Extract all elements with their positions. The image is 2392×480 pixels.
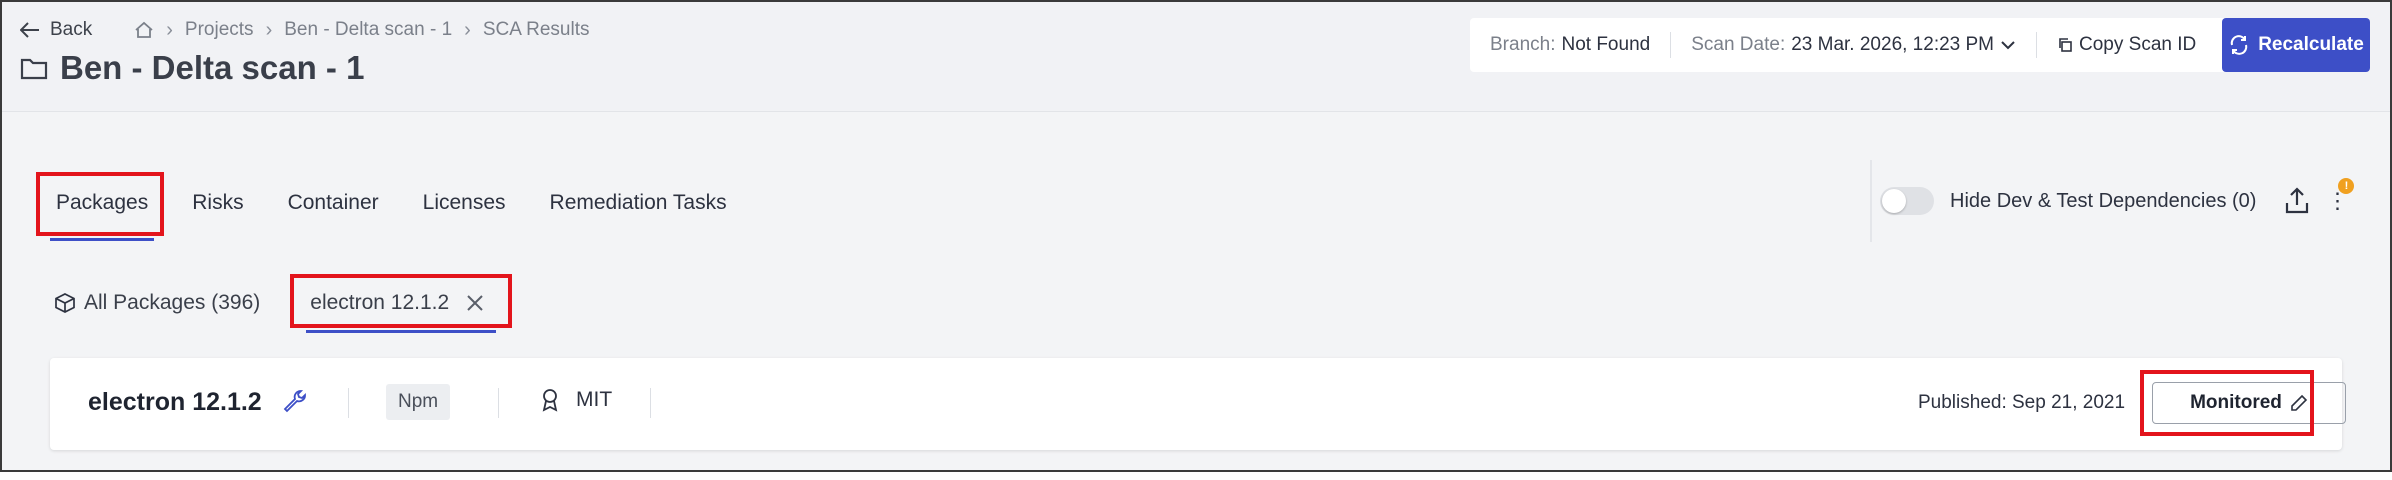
- recalculate-label: Recalculate: [2258, 34, 2364, 55]
- chevron-right-icon: ›: [265, 18, 273, 41]
- all-packages-tab[interactable]: All Packages (396): [54, 280, 278, 326]
- branch-label: Branch:: [1490, 34, 1556, 55]
- folder-icon: [20, 58, 48, 80]
- tab-container-label: Container: [287, 191, 379, 214]
- breadcrumb-item-project[interactable]: Ben - Delta scan - 1: [284, 19, 452, 41]
- scan-date-value: 23 Mar. 2026, 12:23 PM: [1791, 34, 1995, 55]
- copy-icon: [2059, 38, 2072, 52]
- published-date: Published: Sep 21, 2021: [1918, 392, 2126, 413]
- breadcrumb-item-current: SCA Results: [482, 19, 590, 40]
- card-divider: [498, 388, 499, 418]
- tab-remediation-tasks-label: Remediation Tasks: [549, 191, 727, 214]
- arrow-left-icon: [20, 22, 39, 38]
- chevron-right-icon: ›: [464, 18, 471, 41]
- package-row[interactable]: electron 12.1.2 Npm MIT Published: Sep 2…: [50, 358, 2346, 450]
- tab-container[interactable]: Container: [266, 170, 401, 236]
- notification-badge: !: [2338, 178, 2355, 194]
- wrench-icon[interactable]: [282, 388, 308, 414]
- scan-toolbar: Branch: Not Found Scan Date: 23 Mar. 202…: [1470, 18, 2370, 72]
- tab-licenses-label: Licenses: [422, 191, 506, 214]
- home-icon[interactable]: [134, 21, 154, 39]
- results-controls: Hide Dev & Test Dependencies (0) ⋮ !: [1870, 160, 2370, 242]
- branch-info: Branch: Not Found: [1470, 18, 1670, 72]
- branch-value: Not Found: [1561, 34, 1651, 55]
- recalculate-button[interactable]: Recalculate: [2222, 18, 2370, 72]
- license-info: MIT: [540, 388, 612, 412]
- card-divider: [650, 388, 651, 418]
- highlight-box-monitored: [2140, 370, 2314, 436]
- copy-scan-id-label: Copy Scan ID: [2079, 34, 2197, 55]
- breadcrumb: Back › Projects › Ben - Delta scan - 1 ›…: [20, 18, 589, 42]
- highlight-box-package-filter: [290, 274, 512, 328]
- tab-licenses[interactable]: Licenses: [401, 170, 528, 236]
- highlight-box-packages-tab: [36, 172, 164, 236]
- breadcrumb-item-projects[interactable]: Projects: [185, 19, 254, 41]
- active-subtab-indicator: [306, 330, 496, 333]
- scan-date-dropdown[interactable]: Scan Date: 23 Mar. 2026, 12:23 PM: [1671, 18, 2036, 72]
- license-name: MIT: [576, 388, 613, 411]
- more-options-button[interactable]: ⋮ !: [2326, 178, 2355, 214]
- package-icon: [55, 293, 75, 313]
- all-packages-label: All Packages (396): [84, 291, 261, 314]
- hide-dev-toggle[interactable]: [1880, 187, 1934, 215]
- back-label: Back: [50, 19, 93, 40]
- active-tab-indicator: [50, 238, 154, 241]
- page-header: Back › Projects › Ben - Delta scan - 1 ›…: [2, 2, 2390, 112]
- app-window: Back › Projects › Ben - Delta scan - 1 ›…: [0, 0, 2392, 472]
- chevron-down-icon: [2001, 41, 2015, 50]
- scan-date-label: Scan Date:: [1691, 34, 1786, 55]
- copy-scan-id-button[interactable]: Copy Scan ID: [2037, 18, 2216, 72]
- tab-risks[interactable]: Risks: [170, 170, 265, 236]
- back-link[interactable]: Back: [20, 19, 92, 41]
- card-divider: [348, 388, 349, 418]
- chevron-right-icon: ›: [166, 18, 173, 41]
- package-name: electron 12.1.2: [88, 388, 262, 416]
- hide-dev-label: Hide Dev & Test Dependencies (0): [1950, 189, 2257, 212]
- ecosystem-badge: Npm: [386, 384, 451, 420]
- export-icon[interactable]: [2284, 187, 2310, 215]
- page-title: Ben - Delta scan - 1: [20, 48, 364, 88]
- refresh-icon: [2230, 35, 2248, 55]
- license-award-icon: [542, 389, 558, 412]
- tab-remediation-tasks[interactable]: Remediation Tasks: [528, 170, 749, 236]
- page-title-text: Ben - Delta scan - 1: [60, 49, 365, 86]
- tab-risks-label: Risks: [192, 191, 244, 214]
